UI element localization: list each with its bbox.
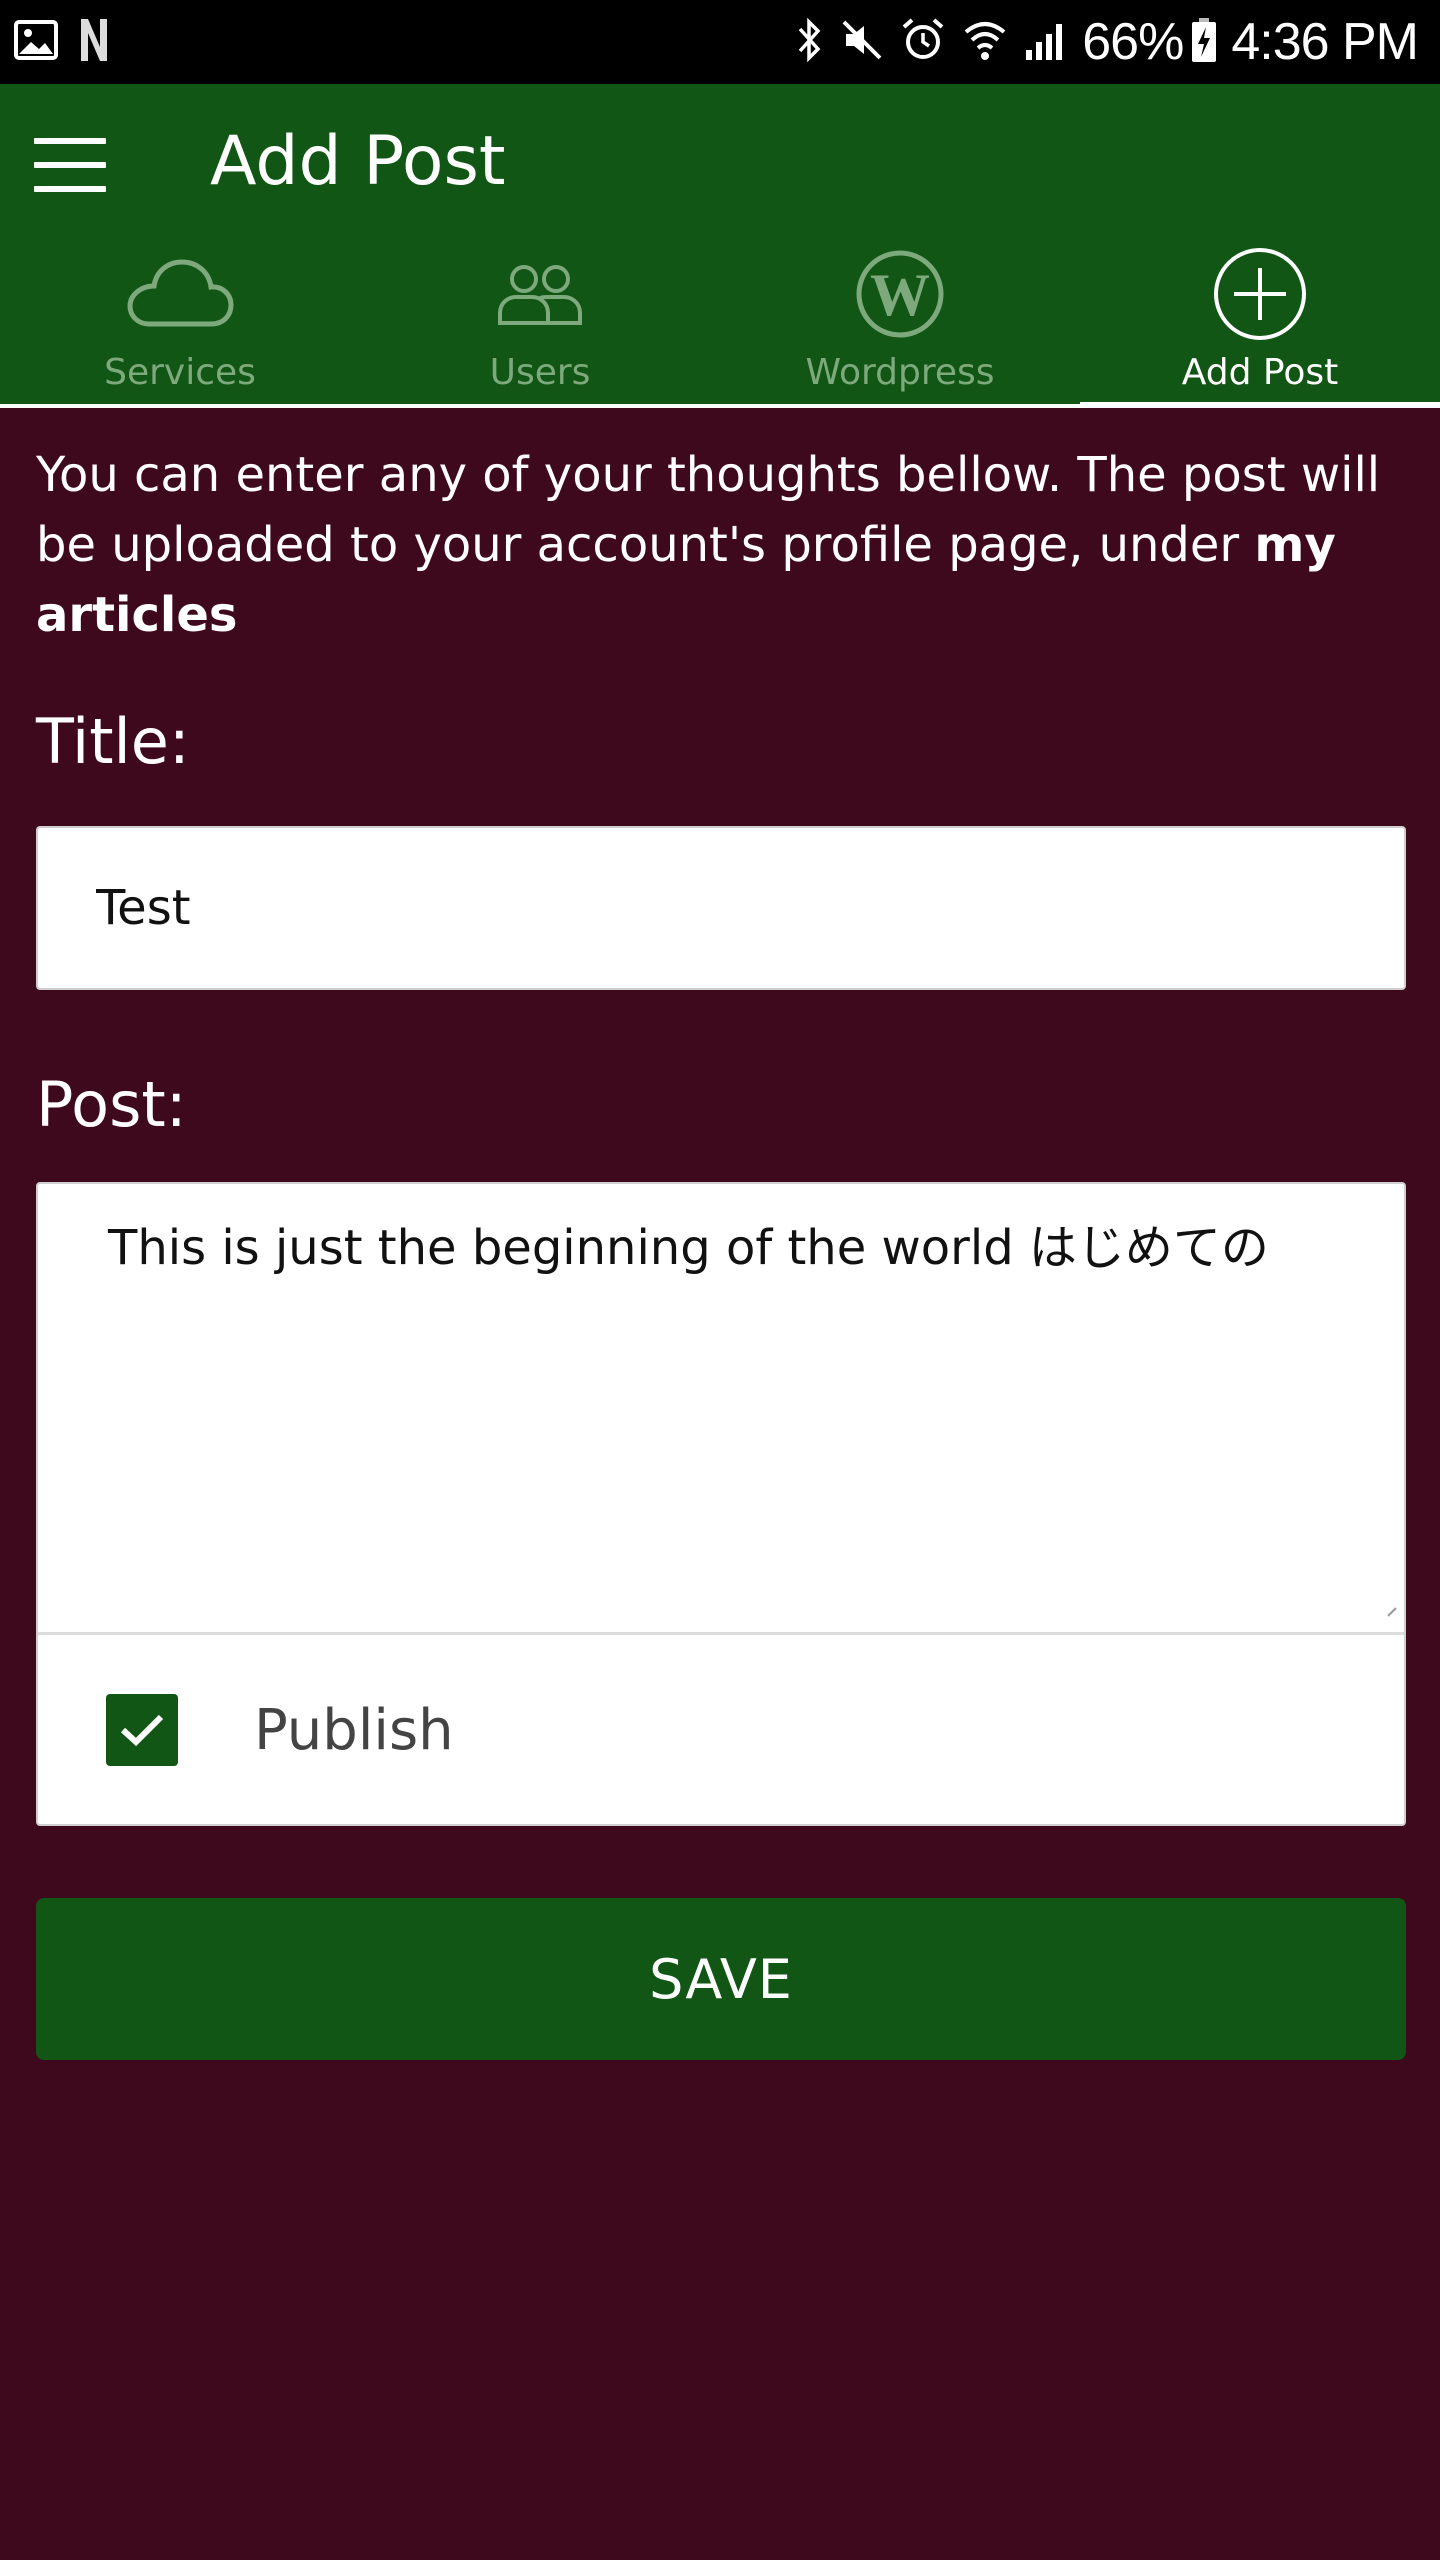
resize-handle-icon[interactable] — [1384, 1604, 1398, 1618]
tab-label: Add Post — [1181, 352, 1339, 393]
netflix-icon — [78, 17, 110, 67]
bluetooth-icon — [796, 17, 824, 67]
battery-percent: 66% — [1082, 13, 1184, 71]
page-title: Add Post — [210, 122, 506, 201]
image-icon — [14, 20, 58, 64]
cloud-icon — [125, 244, 235, 344]
post-label: Post: — [36, 1068, 187, 1141]
tab-wordpress[interactable]: W Wordpress — [720, 244, 1080, 408]
intro-body: You can enter any of your thoughts bello… — [36, 447, 1381, 573]
title-input[interactable] — [36, 826, 1406, 990]
publish-checkbox[interactable] — [106, 1694, 178, 1766]
hamburger-icon-line — [34, 186, 106, 192]
mute-icon — [840, 18, 884, 66]
status-bar: 66% 4:36 PM — [0, 0, 1440, 84]
status-left — [14, 17, 130, 67]
tab-add-post[interactable]: Add Post — [1080, 244, 1440, 408]
tab-bar: Services Users W Wordpress Add Post — [0, 244, 1440, 408]
signal-icon — [1024, 18, 1068, 66]
status-right: 66% 4:36 PM — [780, 12, 1419, 72]
tab-label: Services — [104, 352, 256, 393]
battery-charging-icon — [1191, 17, 1217, 67]
wordpress-icon: W — [855, 244, 945, 344]
post-textarea[interactable]: This is just the beginning of the world … — [38, 1184, 1404, 1632]
publish-row[interactable]: Publish — [38, 1635, 1404, 1825]
users-icon — [490, 244, 590, 344]
publish-label: Publish — [254, 1697, 454, 1763]
checkmark-icon — [120, 1714, 164, 1747]
tab-label: Users — [489, 352, 591, 393]
hamburger-icon-line — [34, 162, 106, 168]
svg-text:W: W — [870, 262, 930, 328]
intro-text: You can enter any of your thoughts bello… — [36, 440, 1416, 650]
title-label: Title: — [36, 705, 190, 778]
save-button[interactable]: SAVE — [36, 1898, 1406, 2060]
tab-underline — [0, 404, 1440, 408]
hamburger-icon-line — [34, 138, 106, 144]
tab-users[interactable]: Users — [360, 244, 720, 408]
app-bar: Add Post Services Users W Wordpress Add … — [0, 84, 1440, 408]
tab-services[interactable]: Services — [0, 244, 360, 408]
clock: 4:36 PM — [1231, 13, 1419, 71]
add-circle-icon — [1212, 244, 1308, 344]
tab-label: Wordpress — [805, 352, 995, 393]
menu-button[interactable] — [34, 130, 106, 200]
wifi-icon — [962, 18, 1008, 66]
post-container: This is just the beginning of the world … — [36, 1182, 1406, 1826]
alarm-icon — [900, 17, 946, 67]
